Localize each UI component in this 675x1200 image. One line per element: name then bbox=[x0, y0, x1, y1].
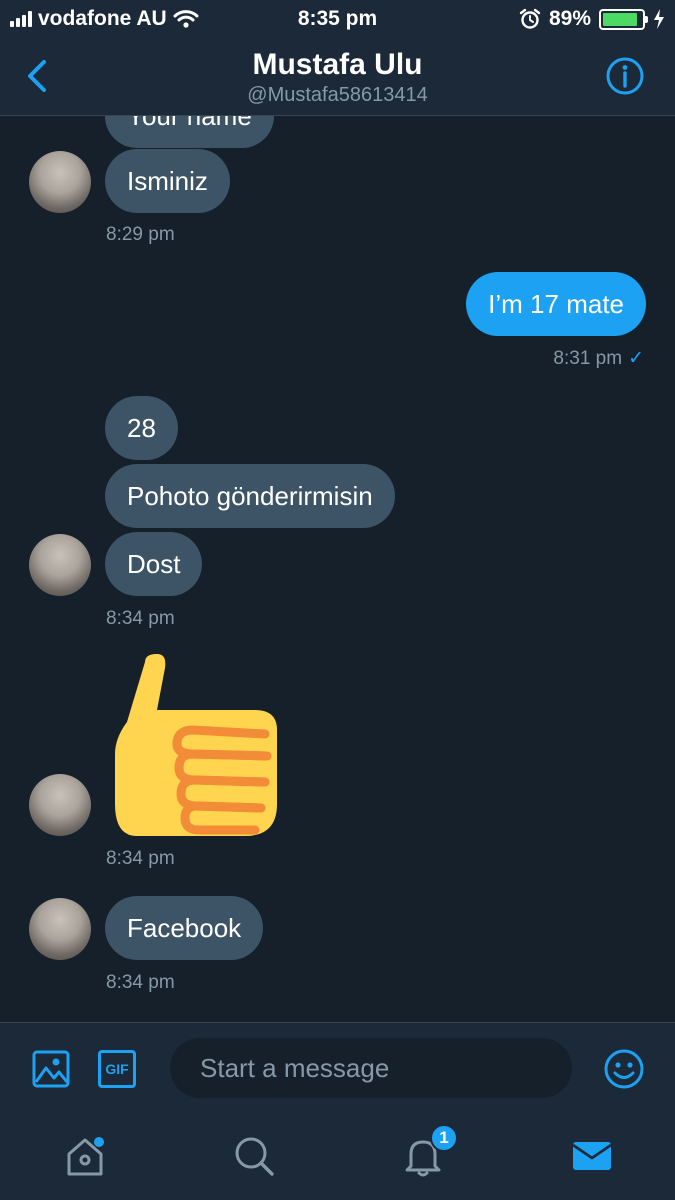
alarm-icon bbox=[519, 8, 541, 29]
search-icon[interactable] bbox=[232, 1134, 276, 1178]
home-icon[interactable] bbox=[63, 1134, 107, 1178]
message-bubble-incoming[interactable]: Pohoto gönderirmisin bbox=[105, 464, 395, 528]
photo-button[interactable] bbox=[32, 1050, 70, 1088]
avatar[interactable] bbox=[29, 151, 91, 213]
message-bubble-incoming[interactable]: Dost bbox=[105, 532, 203, 596]
message-bubble-incoming[interactable]: 28 bbox=[105, 396, 178, 460]
emoji-button[interactable] bbox=[603, 1048, 645, 1090]
message-input[interactable]: Start a message bbox=[170, 1038, 572, 1098]
charging-bolt-icon bbox=[654, 9, 664, 29]
battery-fill bbox=[603, 12, 637, 26]
avatar[interactable] bbox=[29, 774, 91, 836]
timestamp-text: 8:31 pm bbox=[553, 348, 623, 369]
avatar[interactable] bbox=[29, 898, 91, 960]
gif-button[interactable]: GIF bbox=[98, 1050, 136, 1088]
battery-percent: 89% bbox=[548, 7, 591, 30]
message-list[interactable]: Your name Isminiz 8:29 pm I’m 17 mate 8:… bbox=[0, 116, 675, 1022]
message-bubble-outgoing[interactable]: I’m 17 mate bbox=[466, 272, 646, 336]
contact-name[interactable]: Mustafa Ulu bbox=[0, 48, 675, 82]
status-right: 89% bbox=[519, 7, 665, 31]
info-button[interactable] bbox=[605, 56, 645, 96]
thumbs-up-emoji-icon[interactable] bbox=[115, 654, 280, 836]
read-check-icon: ✓ bbox=[628, 348, 644, 369]
message-composer: GIF Start a message bbox=[0, 1022, 675, 1112]
contact-handle: @Mustafa58613414 bbox=[247, 84, 428, 106]
message-timestamp: 8:34 pm bbox=[106, 608, 175, 629]
battery-icon bbox=[599, 8, 648, 30]
message-timestamp: 8:29 pm bbox=[106, 224, 175, 245]
status-bar: vodafone AU 8:35 pm 89% bbox=[0, 0, 675, 38]
tab-bar: 1 bbox=[0, 1112, 675, 1200]
notification-badge: 1 bbox=[430, 1124, 458, 1152]
avatar[interactable] bbox=[29, 534, 91, 596]
message-timestamp: 8:34 pm bbox=[106, 972, 175, 993]
message-timestamp-outgoing: 8:31 pm ✓ bbox=[553, 347, 644, 370]
conversation-header: Mustafa Ulu @Mustafa58613414 bbox=[0, 38, 675, 116]
message-bubble-incoming[interactable]: Your name bbox=[105, 116, 274, 148]
messages-mail-icon[interactable] bbox=[570, 1134, 614, 1178]
message-bubble-incoming[interactable]: Isminiz bbox=[105, 149, 230, 213]
message-timestamp: 8:34 pm bbox=[106, 848, 175, 869]
message-bubble-incoming[interactable]: Facebook bbox=[105, 896, 264, 960]
